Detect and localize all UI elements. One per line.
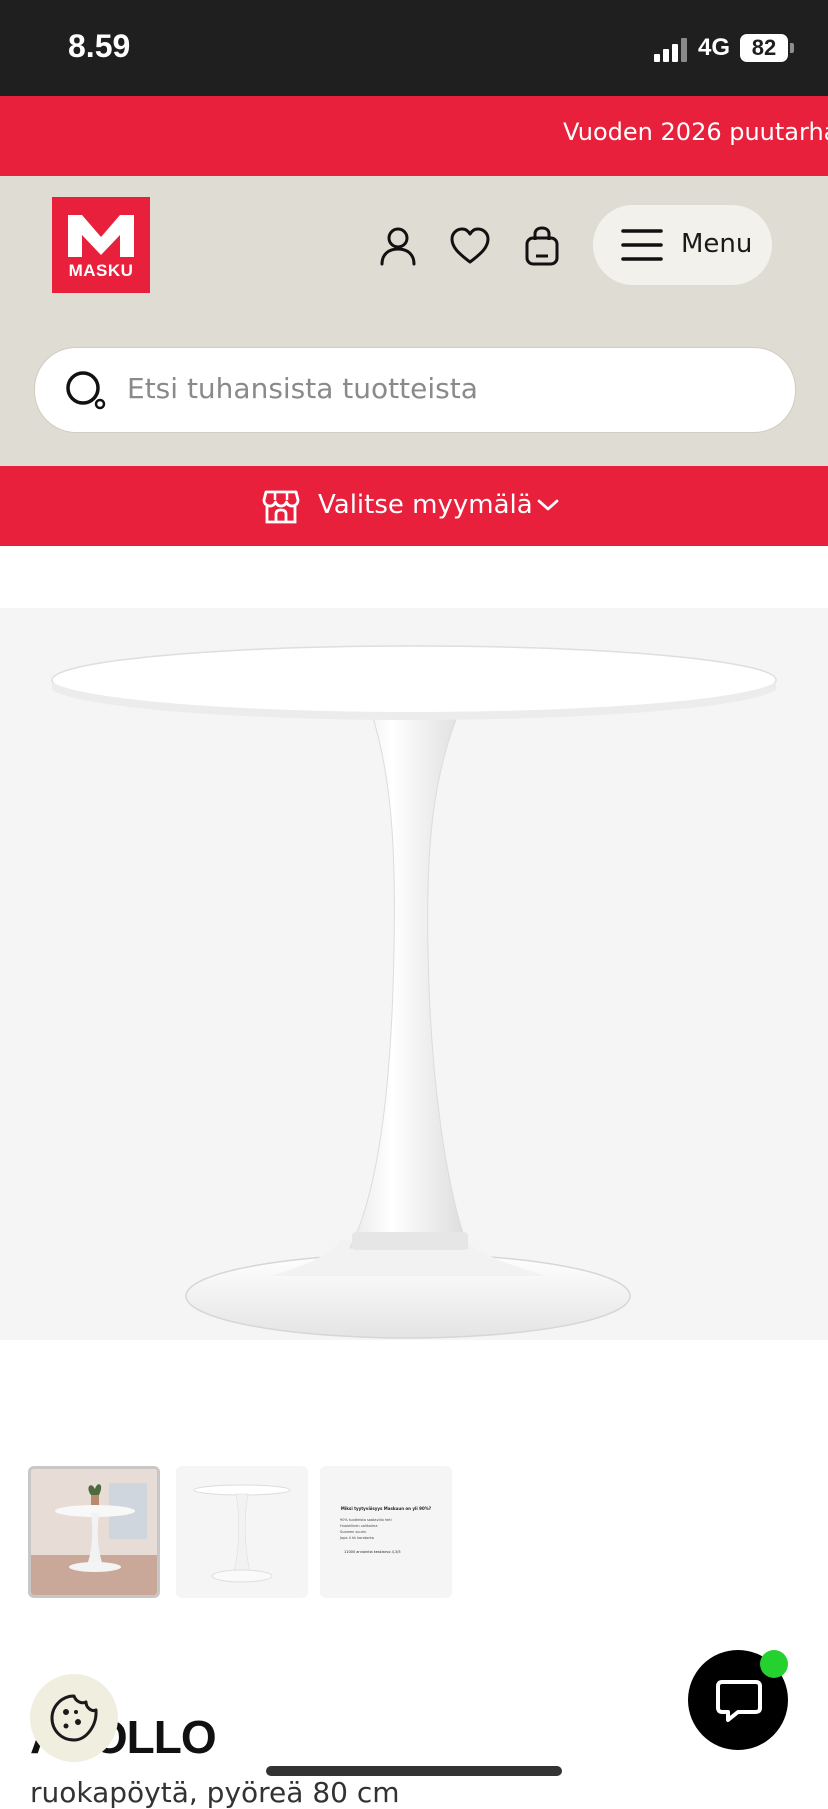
logo-text: MASKU	[68, 261, 134, 280]
search-placeholder: Etsi tuhansista tuotteista	[127, 372, 478, 405]
thumb-info-line-2: Huolellinen valikoima	[340, 1524, 378, 1528]
battery-indicator: 82	[740, 34, 788, 62]
heart-icon[interactable]	[446, 222, 494, 270]
cookie-settings-button[interactable]	[30, 1674, 118, 1762]
table-thumbnail-image	[193, 1484, 291, 1583]
user-icon[interactable]	[374, 222, 422, 270]
cookie-icon	[50, 1694, 98, 1742]
shopping-bag-icon[interactable]	[518, 222, 566, 270]
menu-label: Menu	[681, 229, 753, 259]
promo-banner[interactable]: Vuoden 2026 puutarhakal	[0, 96, 828, 176]
signal-icon	[654, 38, 687, 62]
thumbnail-lifestyle[interactable]	[28, 1466, 160, 1598]
thumbnail-table[interactable]	[176, 1466, 308, 1598]
chevron-down-icon	[537, 499, 559, 511]
home-indicator[interactable]	[266, 1766, 562, 1776]
network-label: 4G	[698, 34, 731, 61]
pedestal-table-image	[51, 645, 777, 1339]
thumb-info-heading: Miksi tyytyväisyys Maskuun on yli 90%?	[340, 1506, 432, 1511]
logo-mark-icon	[68, 215, 134, 257]
product-main-image[interactable]	[0, 608, 828, 1340]
thumb-info-line-1: 90% tuotteista saatavilla heti	[340, 1518, 392, 1522]
status-bar: 8.59 4G 82	[0, 0, 828, 96]
thumb-info-line-4: Jopa 4 kk korotonta	[340, 1536, 374, 1540]
lifestyle-thumbnail-image	[31, 1469, 157, 1595]
chat-online-badge	[760, 1650, 788, 1678]
thumb-info-line-3: Suomen suurin	[340, 1530, 367, 1534]
chat-bubble-icon	[716, 1680, 762, 1722]
search-icon	[66, 371, 106, 410]
status-time: 8.59	[68, 28, 131, 64]
store-selector[interactable]: Valitse myymälä	[0, 466, 828, 546]
menu-button[interactable]: Menu	[593, 205, 772, 285]
thumbnail-info[interactable]: Miksi tyytyväisyys Maskuun on yli 90%? 9…	[320, 1466, 452, 1598]
hamburger-icon	[621, 229, 663, 261]
promo-text: Vuoden 2026 puutarhakal	[563, 118, 828, 146]
masku-logo[interactable]: MASKU	[52, 197, 150, 293]
thumb-info-footer: 11000 arviointia keskiarvo 4,3/5	[344, 1550, 401, 1554]
battery-tip	[790, 43, 794, 53]
product-subtitle: ruokapöytä, pyöreä 80 cm	[30, 1776, 400, 1809]
store-label: Valitse myymälä	[318, 490, 533, 520]
search-input[interactable]: Etsi tuhansista tuotteista	[34, 347, 796, 433]
store-icon	[262, 490, 300, 524]
